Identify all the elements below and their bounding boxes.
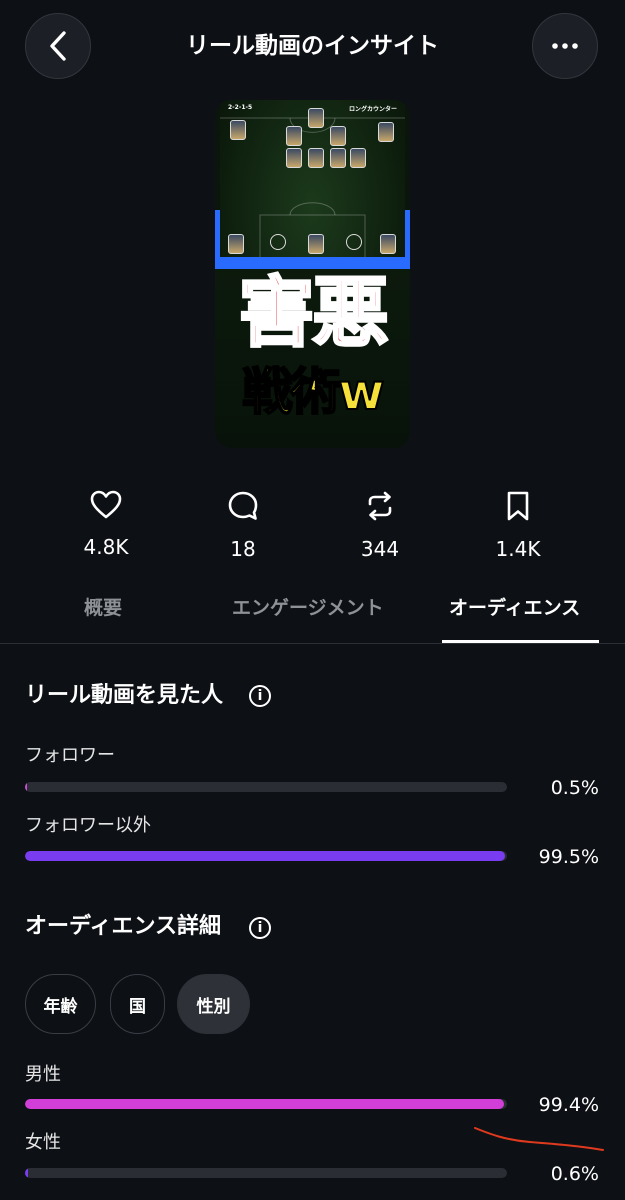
- saves-stat: 1.4K: [458, 490, 578, 562]
- player-card: [230, 120, 246, 140]
- reposts-stat: 344: [320, 490, 440, 562]
- player-card: [350, 148, 366, 168]
- comment-icon: [228, 491, 258, 520]
- male-label: 男性: [25, 1064, 61, 1085]
- tab-overview[interactable]: 概要: [84, 593, 122, 623]
- player-card: [380, 234, 396, 254]
- followers-label: フォロワー: [25, 745, 115, 766]
- person-icon: [346, 234, 362, 250]
- reel-thumbnail[interactable]: 2-2-1-5 ロングカウンター 害悪 戦術w: [215, 100, 410, 448]
- heart-icon: [90, 490, 122, 519]
- annotation-underline: [474, 1127, 604, 1151]
- followers-percent: 0.5%: [550, 777, 599, 799]
- thumbnail-caption-sub: 戦術w: [241, 362, 385, 422]
- more-icon: [552, 43, 578, 49]
- tab-engagement[interactable]: エンゲージメント: [232, 593, 384, 623]
- filter-age-button[interactable]: 年齢: [25, 974, 96, 1034]
- player-card: [308, 108, 324, 128]
- blue-edge: [215, 210, 220, 260]
- likes-stat: 4.8K: [46, 490, 166, 560]
- blue-edge: [405, 210, 410, 260]
- non-followers-percent: 99.5%: [538, 846, 599, 868]
- non-followers-label: フォロワー以外: [25, 815, 151, 836]
- player-card: [286, 148, 302, 168]
- followers-bar-fill: [25, 782, 28, 792]
- info-icon[interactable]: i: [249, 685, 271, 707]
- male-bar-fill: [25, 1099, 505, 1109]
- move-icon: [270, 234, 286, 250]
- female-label: 女性: [25, 1132, 61, 1153]
- player-card: [330, 126, 346, 146]
- saves-count: 1.4K: [495, 537, 541, 561]
- non-followers-bar-fill: [25, 851, 505, 861]
- player-card: [228, 234, 244, 254]
- repost-icon: [368, 491, 392, 521]
- likes-count: 4.8K: [83, 535, 129, 559]
- bookmark-icon: [507, 491, 529, 521]
- comments-stat: 18: [183, 490, 303, 562]
- male-percent: 99.4%: [538, 1094, 599, 1116]
- female-bar-fill: [25, 1168, 28, 1178]
- followers-bar: [25, 782, 507, 792]
- filter-gender-button[interactable]: 性別: [177, 974, 250, 1034]
- female-bar: [25, 1168, 507, 1178]
- tabs-divider: [0, 643, 625, 644]
- female-percent: 0.6%: [550, 1163, 599, 1185]
- male-bar: [25, 1099, 507, 1109]
- player-card: [308, 234, 324, 254]
- reposts-count: 344: [360, 537, 400, 561]
- more-options-button[interactable]: [532, 13, 598, 79]
- info-icon[interactable]: i: [249, 917, 271, 939]
- audience-details-title: オーディエンス詳細: [25, 914, 222, 939]
- non-followers-bar: [25, 851, 507, 861]
- filter-country-button[interactable]: 国: [110, 974, 165, 1034]
- player-card: [286, 126, 302, 146]
- viewers-section-title: リール動画を見た人: [25, 683, 224, 708]
- comments-count: 18: [230, 537, 256, 561]
- tab-audience[interactable]: オーディエンス: [449, 593, 580, 623]
- thumbnail-caption-main: 害悪: [237, 268, 390, 357]
- player-card: [330, 148, 346, 168]
- player-card: [308, 148, 324, 168]
- player-card: [378, 122, 394, 142]
